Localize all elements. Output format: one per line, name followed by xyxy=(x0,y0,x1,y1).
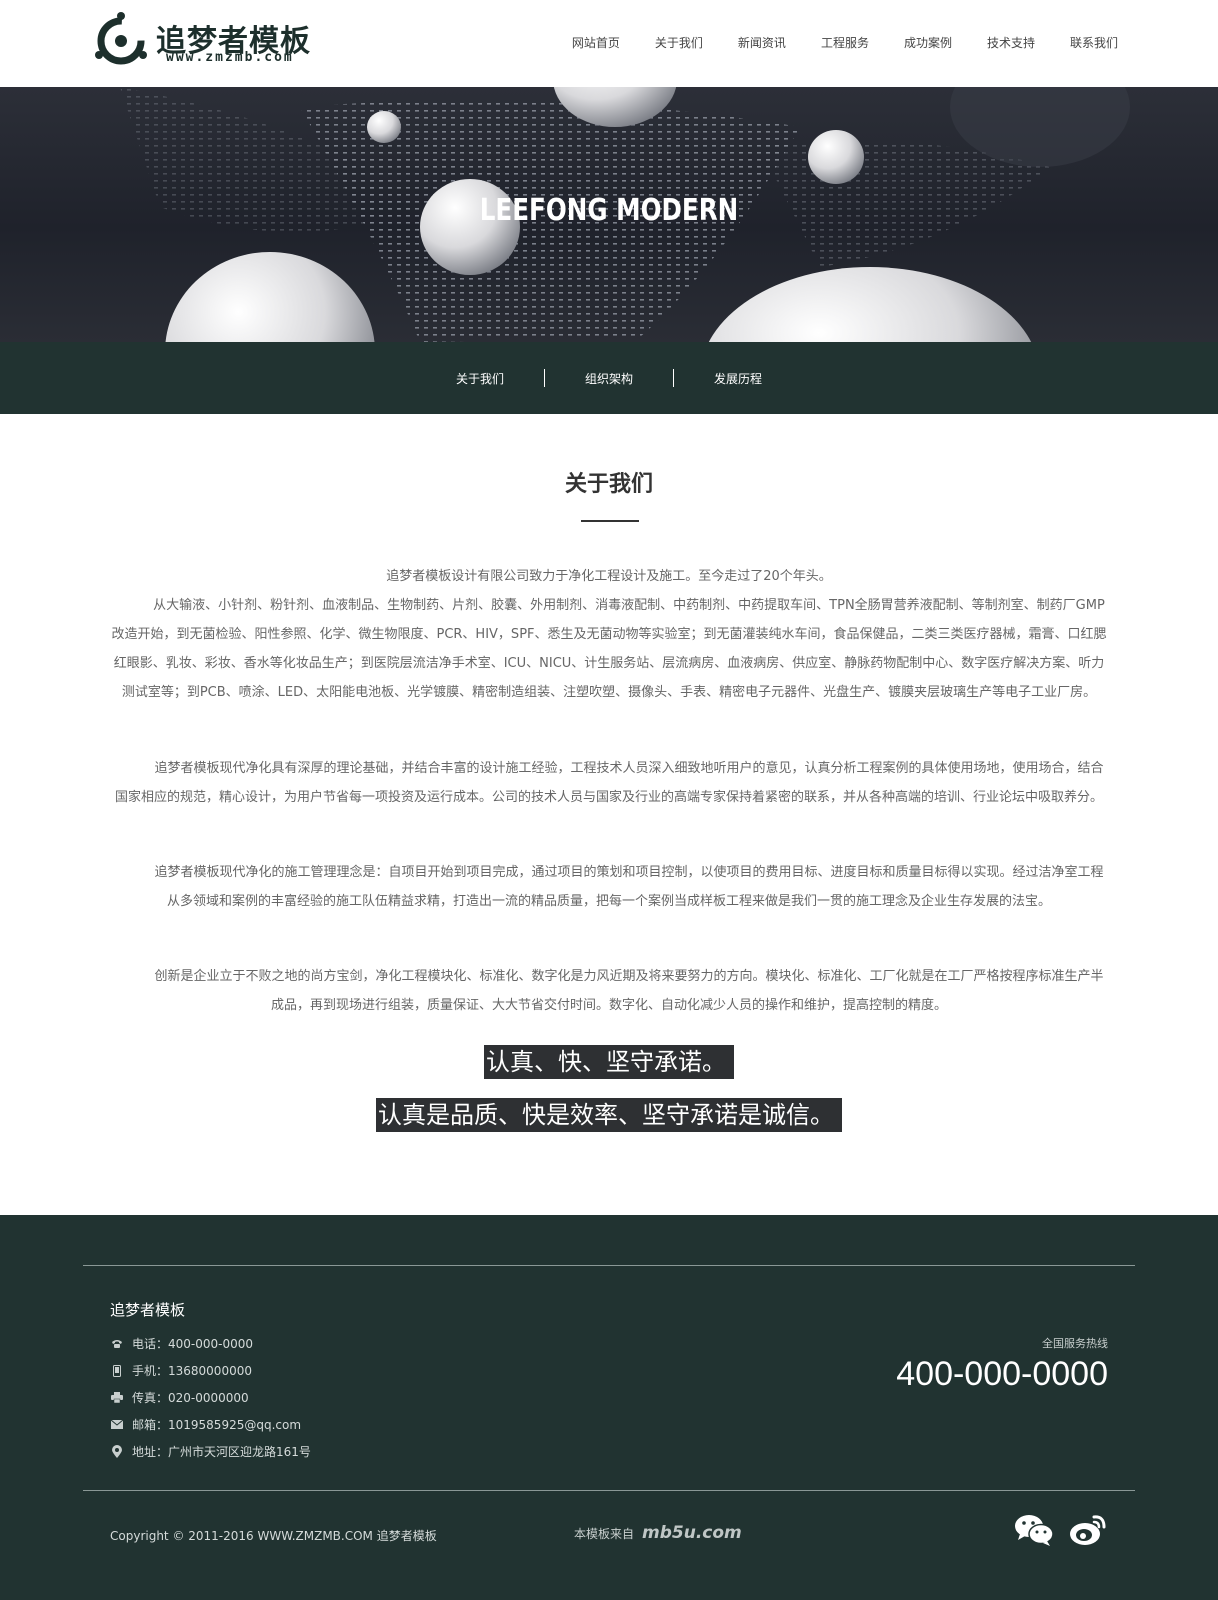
contact-email: 邮箱：1019585925@qq.com xyxy=(110,1411,311,1438)
page-title: 关于我们 xyxy=(564,472,653,497)
logo-mark-icon xyxy=(95,12,147,65)
management-paragraph: 追梦者模板现代净化的施工管理理念是：自项目开始到项目完成，通过项目的策划和项目控… xyxy=(110,858,1108,916)
location-icon xyxy=(110,1445,124,1459)
hotline-number: 400-000-0000 xyxy=(896,1355,1108,1393)
phone-icon xyxy=(110,1337,124,1351)
innovation-paragraph: 创新是企业立于不败之地的尚方宝剑，净化工程模块化、标准化、数字化是力风近期及将来… xyxy=(110,962,1108,1020)
hero-banner: LEEFONG MODERN xyxy=(0,87,1218,342)
subnav-history[interactable]: 发展历程 xyxy=(674,370,802,387)
theory-paragraph: 追梦者模板现代净化具有深厚的理论基础，并结合丰富的设计施工经验，工程技术人员深入… xyxy=(110,754,1108,812)
subnav-about[interactable]: 关于我们 xyxy=(416,370,544,387)
nav-contact[interactable]: 联系我们 xyxy=(1070,34,1118,51)
template-credit[interactable]: 本模板来自 mb5u.com xyxy=(574,1523,742,1543)
nav-news[interactable]: 新闻资讯 xyxy=(738,34,786,51)
intro-paragraph: 追梦者模板设计有限公司致力于净化工程设计及施工。至今走过了20个年头。 从大输液… xyxy=(110,562,1108,707)
intro-body-text: 从大输液、小针剂、粉针剂、血液制品、生物制药、片剂、胶囊、外用制剂、消毒液配制、… xyxy=(111,598,1107,700)
sub-nav: 关于我们 组织架构 发展历程 xyxy=(0,342,1218,414)
logo-url: www.zmzmb.com xyxy=(166,50,294,65)
contact-mobile-text: 手机：13680000000 xyxy=(132,1364,252,1378)
footer-contact-list: 电话：400-000-0000 手机：13680000000 传真：020-00… xyxy=(110,1330,311,1465)
innovation-text: 创新是企业立于不败之地的尚方宝剑，净化工程模块化、标准化、数字化是力风近期及将来… xyxy=(154,969,1104,1013)
main-nav: 网站首页 关于我们 新闻资讯 工程服务 成功案例 技术支持 联系我们 xyxy=(537,34,1118,51)
subnav-organization[interactable]: 组织架构 xyxy=(545,370,673,387)
contact-mobile: 手机：13680000000 xyxy=(110,1357,311,1384)
contact-email-text: 邮箱：1019585925@qq.com xyxy=(132,1418,302,1432)
footer-divider-bottom xyxy=(83,1490,1135,1491)
motto-line-2: 认真是品质、快是效率、坚守承诺是诚信。 xyxy=(110,1098,1108,1132)
title-underline xyxy=(581,520,639,522)
mail-icon xyxy=(110,1418,124,1432)
contact-fax: 传真：020-0000000 xyxy=(110,1384,311,1411)
social-links xyxy=(1014,1513,1108,1549)
banner-title: LEEFONG MODERN xyxy=(479,193,739,228)
footer-divider-top xyxy=(83,1265,1135,1266)
management-text: 追梦者模板现代净化的施工管理理念是：自项目开始到项目完成，通过项目的策划和项目控… xyxy=(154,865,1104,909)
contact-phone: 电话：400-000-0000 xyxy=(110,1330,311,1357)
fax-icon xyxy=(110,1391,124,1405)
nav-about[interactable]: 关于我们 xyxy=(655,34,703,51)
mobile-icon xyxy=(110,1364,124,1378)
intro-body: 从大输液、小针剂、粉针剂、血液制品、生物制药、片剂、胶囊、外用制剂、消毒液配制、… xyxy=(110,591,1108,707)
motto-text-2: 认真是品质、快是效率、坚守承诺是诚信。 xyxy=(376,1098,842,1132)
contact-fax-text: 传真：020-0000000 xyxy=(132,1391,249,1405)
wechat-icon[interactable] xyxy=(1014,1513,1054,1549)
header: 追梦者模板 www.zmzmb.com 网站首页 关于我们 新闻资讯 工程服务 … xyxy=(0,0,1218,87)
footer: 追梦者模板 电话：400-000-0000 手机：13680000000 传真：… xyxy=(0,1215,1218,1600)
hotline-label: 全国服务热线 xyxy=(1042,1337,1108,1350)
intro-line: 追梦者模板设计有限公司致力于净化工程设计及施工。至今走过了20个年头。 xyxy=(386,569,832,584)
credit-text: 本模板来自 xyxy=(574,1526,635,1541)
footer-company-name: 追梦者模板 xyxy=(110,1301,186,1319)
nav-services[interactable]: 工程服务 xyxy=(821,34,869,51)
copyright: Copyright © 2011-2016 WWW.ZMZMB.COM 追梦者模… xyxy=(110,1529,437,1543)
theory-text: 追梦者模板现代净化具有深厚的理论基础，并结合丰富的设计施工经验，工程技术人员深入… xyxy=(114,761,1104,805)
motto-text-1: 认真、快、坚守承诺。 xyxy=(484,1045,734,1079)
nav-home[interactable]: 网站首页 xyxy=(572,34,620,51)
contact-address: 地址：广州市天河区迎龙路161号 xyxy=(110,1438,311,1465)
motto-line-1: 认真、快、坚守承诺。 xyxy=(110,1045,1108,1079)
contact-address-text: 地址：广州市天河区迎龙路161号 xyxy=(132,1445,311,1459)
nav-support[interactable]: 技术支持 xyxy=(987,34,1035,51)
contact-phone-text: 电话：400-000-0000 xyxy=(132,1337,254,1351)
nav-cases[interactable]: 成功案例 xyxy=(904,34,952,51)
credit-brand: mb5u.com xyxy=(642,1523,742,1543)
weibo-icon[interactable] xyxy=(1068,1513,1108,1549)
logo[interactable]: 追梦者模板 www.zmzmb.com xyxy=(90,6,350,76)
